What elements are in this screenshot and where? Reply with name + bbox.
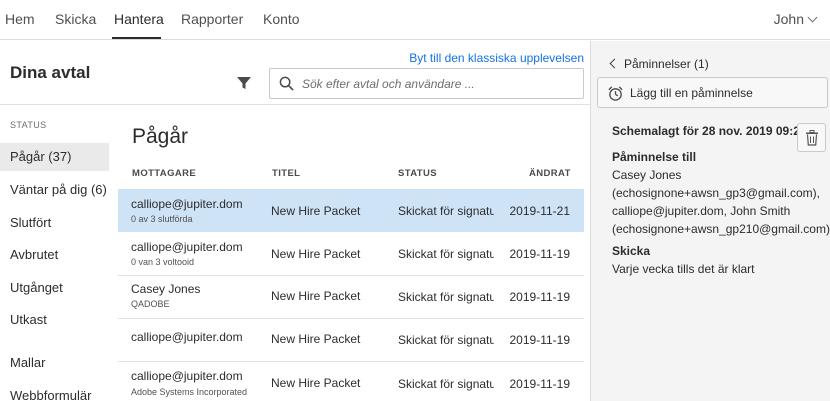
section-title: Pågår [132, 125, 189, 148]
row-recipient: calliope@jupiter.dom [131, 240, 243, 254]
row-title: New Hire Packet [271, 376, 361, 390]
row-date: 2019-11-21 [509, 204, 571, 218]
reminders-panel: Påminnelser (1) Lägg till en påminnelse … [591, 41, 830, 401]
filter-icon[interactable] [236, 75, 252, 91]
row-recipient: calliope@jupiter.dom [131, 369, 243, 383]
status-header: STATUS [10, 120, 47, 130]
nav-active-indicator [112, 37, 161, 39]
back-icon[interactable] [608, 58, 620, 70]
table-row[interactable]: calliope@jupiter.dom New Hire Packet Ski… [118, 319, 584, 362]
row-recipient: Casey Jones [131, 282, 201, 296]
row-status: Skickat för signatur [398, 377, 494, 391]
trash-icon [806, 130, 818, 146]
search-icon [279, 76, 294, 91]
row-recipient: calliope@jupiter.dom [131, 197, 243, 211]
reminder-recipient-line: (echosignone+awsn_gp3@gmail.com), [612, 186, 820, 200]
row-title: New Hire Packet [271, 204, 361, 218]
alarm-clock-icon [608, 86, 623, 101]
chevron-down-icon [807, 12, 818, 23]
reminder-recipient-line: calliope@jupiter.dom, John Smith [612, 204, 791, 218]
user-menu[interactable]: John [773, 11, 818, 27]
row-recipient-sub: 0 van 3 voltooid [131, 257, 195, 267]
search-box[interactable]: Sök efter avtal och användare ... [269, 68, 584, 99]
nav-reports[interactable]: Rapporter [181, 11, 243, 27]
row-date: 2019-11-19 [509, 290, 571, 304]
sidebar-item-completed[interactable]: Slutfört [0, 209, 109, 237]
agreements-list: Byt till den klassiska upplevelsen Sök e… [118, 41, 590, 401]
row-recipient-sub: Adobe Systems Incorporated [131, 387, 248, 397]
row-title: New Hire Packet [271, 289, 361, 303]
scheduled-time: Schemalagt för 28 nov. 2019 09:22 [612, 124, 807, 138]
reminders-header: Påminnelser (1) [624, 57, 709, 71]
reminder-to-label: Påminnelse till [612, 150, 697, 164]
table-row[interactable]: Casey Jones QADOBE New Hire Packet Skick… [118, 276, 584, 319]
sidebar-item-in-progress[interactable]: Pågår (37) [0, 143, 109, 171]
sidebar-item-web-forms[interactable]: Webbformulär [0, 382, 109, 401]
row-status: Skickat för signatur [398, 247, 494, 261]
sidebar-title: Dina avtal [10, 63, 91, 82]
col-header-modified[interactable]: ÄNDRAT [529, 168, 571, 179]
table-row[interactable]: calliope@jupiter.dom Adobe Systems Incor… [118, 363, 584, 401]
search-placeholder: Sök efter avtal och användare ... [302, 77, 475, 91]
row-date: 2019-11-19 [509, 377, 571, 391]
nav-manage[interactable]: Hantera [114, 11, 164, 27]
row-status: Skickat för signatur [398, 333, 494, 347]
row-recipient-sub: 0 av 3 slutförda [131, 214, 193, 224]
reminder-recipient-line: (echosignone+awsn_gp210@gmail.com) [612, 222, 830, 236]
sidebar-item-cancelled[interactable]: Avbrutet [0, 241, 109, 269]
classic-experience-link[interactable]: Byt till den klassiska upplevelsen [409, 51, 584, 65]
sidebar: Dina avtal STATUS Pågår (37) Väntar på d… [0, 41, 590, 401]
sidebar-item-templates[interactable]: Mallar [0, 349, 109, 377]
reminder-recipient-line: Casey Jones [612, 168, 682, 182]
row-status: Skickat för signatur [398, 204, 494, 218]
col-header-title[interactable]: TITEL [272, 168, 300, 179]
row-date: 2019-11-19 [509, 247, 571, 261]
send-label: Skicka [612, 244, 651, 258]
row-title: New Hire Packet [271, 247, 361, 261]
nav-send[interactable]: Skicka [55, 11, 96, 27]
user-name: John [773, 11, 804, 27]
col-header-status[interactable]: STATUS [398, 168, 437, 179]
row-title: New Hire Packet [271, 332, 361, 346]
send-frequency: Varje vecka tills det är klart [612, 262, 755, 276]
row-recipient-sub: QADOBE [131, 299, 170, 309]
top-nav: Hem Skicka Hantera Rapporter Konto John [0, 0, 830, 40]
sidebar-item-waiting[interactable]: Väntar på dig (6) [0, 176, 109, 204]
col-header-recipient[interactable]: MOTTAGARE [132, 168, 196, 179]
table-row[interactable]: calliope@jupiter.dom 0 av 3 slutförda Ne… [118, 189, 584, 232]
row-recipient: calliope@jupiter.dom [131, 330, 243, 344]
add-reminder-label: Lägg till en påminnelse [630, 86, 753, 100]
delete-reminder-button[interactable] [797, 123, 826, 152]
add-reminder-button[interactable]: Lägg till en påminnelse [597, 77, 828, 108]
row-status: Skickat för signatur [398, 290, 494, 304]
table-row[interactable]: calliope@jupiter.dom 0 van 3 voltooid Ne… [118, 233, 584, 276]
sidebar-item-drafts[interactable]: Utkast [0, 306, 109, 334]
row-date: 2019-11-19 [509, 333, 571, 347]
sidebar-item-expired[interactable]: Utgånget [0, 274, 109, 302]
nav-home[interactable]: Hem [5, 11, 35, 27]
nav-account[interactable]: Konto [263, 11, 300, 27]
